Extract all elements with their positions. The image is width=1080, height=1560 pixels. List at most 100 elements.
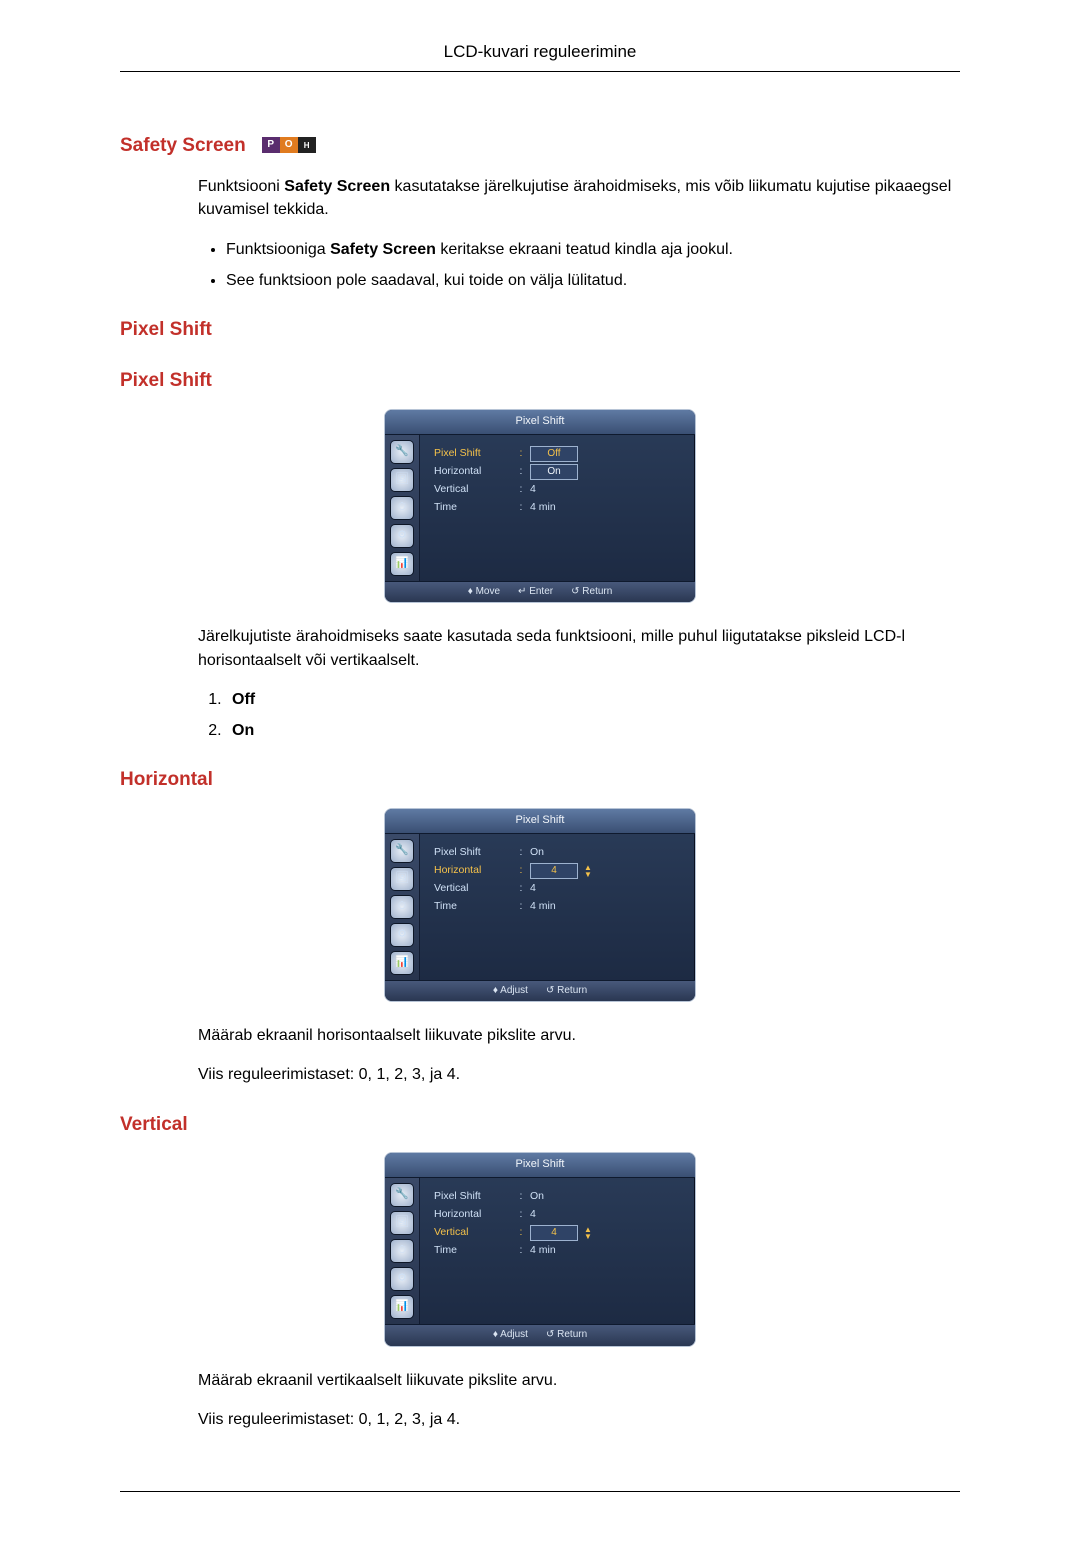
option-label: Off — [232, 691, 255, 708]
osd-title: Pixel Shift — [385, 809, 695, 834]
osd-value: 4 — [530, 881, 683, 896]
horizontal-desc-1: Määrab ekraanil horisontaalselt liikuvat… — [198, 1024, 960, 1047]
osd-label: Vertical — [434, 482, 512, 497]
text: keritakse ekraani teatud kindla aja jook… — [436, 241, 733, 258]
osd-row-horizontal[interactable]: Horizontal : On — [434, 463, 683, 481]
osd-tab-input-icon[interactable]: 🔧 — [391, 1184, 413, 1206]
section-title-text: Horizontal — [120, 766, 213, 794]
osd-label: Vertical — [434, 881, 512, 896]
osd-row-time[interactable]: Time : 4 min — [434, 898, 683, 916]
osd-tab-input-icon[interactable]: 🔧 — [391, 840, 413, 862]
source-pc-icon: P — [262, 137, 280, 153]
section-title-text: Pixel Shift — [120, 367, 212, 395]
osd-side-icons: 🔧 🖼 ⏱ ⚙ 📊 — [385, 834, 420, 980]
source-hdmi-icon: H — [298, 137, 316, 153]
list-item: On — [226, 719, 960, 742]
osd-value-chip: 4 — [530, 1225, 578, 1241]
osd-value: 4 min — [530, 1243, 683, 1258]
osd-value: On — [530, 1189, 683, 1204]
osd-row-pixel-shift[interactable]: Pixel Shift : On — [434, 1188, 683, 1206]
osd-tab-time-icon[interactable]: ⏱ — [391, 1240, 413, 1262]
osd-value: 4 — [530, 482, 683, 497]
osd-side-icons: 🔧 🖼 ⏱ ⚙ 📊 — [385, 1178, 420, 1324]
osd-tab-multi-icon[interactable]: 📊 — [391, 1296, 413, 1318]
section-title-safety-screen: Safety Screen P O H — [120, 132, 960, 160]
osd-label: Horizontal — [434, 863, 512, 878]
vertical-desc-2: Viis reguleerimistaset: 0, 1, 2, 3, ja 4… — [198, 1408, 960, 1431]
section-title-text: Safety Screen — [120, 132, 246, 160]
osd-row-time[interactable]: Time : 4 min — [434, 499, 683, 517]
pixel-shift-desc: Järelkujutiste ärahoidmiseks saate kasut… — [198, 625, 960, 671]
footer-rule — [120, 1491, 960, 1492]
osd-footer-return: ↺ Return — [546, 984, 587, 999]
osd-footer: ♦ Adjust ↺ Return — [385, 1324, 695, 1346]
text-bold: Safety Screen — [330, 241, 436, 258]
doc-header: LCD-kuvari reguleerimine — [120, 40, 960, 72]
osd-value-chip: On — [530, 464, 578, 480]
section-title-pixel-shift-1: Pixel Shift — [120, 316, 960, 344]
osd-label: Horizontal — [434, 1207, 512, 1222]
osd-row-horizontal[interactable]: Horizontal : 4 ▲▼ — [434, 862, 683, 880]
safety-screen-intro: Funktsiooni Safety Screen kasutatakse jä… — [198, 175, 960, 221]
osd-tab-picture-icon[interactable]: 🖼 — [391, 1212, 413, 1234]
osd-row-vertical[interactable]: Vertical : 4 ▲▼ — [434, 1224, 683, 1242]
safety-screen-bullets: Funktsiooniga Safety Screen keritakse ek… — [198, 238, 960, 292]
osd-footer: ♦ Move ↵ Enter ↺ Return — [385, 581, 695, 603]
osd-panel-horizontal: Pixel Shift 🔧 🖼 ⏱ ⚙ 📊 Pixel Shift : On — [384, 808, 696, 1002]
osd-row-pixel-shift[interactable]: Pixel Shift : On — [434, 844, 683, 862]
osd-footer-return: ↺ Return — [546, 1328, 587, 1343]
osd-tab-picture-icon[interactable]: 🖼 — [391, 469, 413, 491]
osd-tab-time-icon[interactable]: ⏱ — [391, 896, 413, 918]
osd-footer-return: ↺ Return — [571, 585, 612, 600]
osd-row-time[interactable]: Time : 4 min — [434, 1242, 683, 1260]
text: Funktsiooni — [198, 178, 284, 195]
osd-panel-vertical: Pixel Shift 🔧 🖼 ⏱ ⚙ 📊 Pixel Shift : On — [384, 1152, 696, 1346]
source-icon-group: P O H — [262, 137, 316, 153]
osd-tab-multi-icon[interactable]: 📊 — [391, 952, 413, 974]
osd-value: 4 min — [530, 899, 683, 914]
osd-title: Pixel Shift — [385, 1153, 695, 1178]
osd-label: Time — [434, 1243, 512, 1258]
option-label: On — [232, 722, 254, 739]
pixel-shift-options: Off On — [198, 688, 960, 742]
osd-tab-setup-icon[interactable]: ⚙ — [391, 924, 413, 946]
osd-side-icons: 🔧 🖼 ⏱ ⚙ 📊 — [385, 435, 420, 581]
osd-label: Pixel Shift — [434, 446, 512, 461]
section-title-text: Pixel Shift — [120, 316, 212, 344]
osd-tab-multi-icon[interactable]: 📊 — [391, 553, 413, 575]
osd-label: Pixel Shift — [434, 845, 512, 860]
osd-value: On — [530, 845, 683, 860]
osd-row-horizontal[interactable]: Horizontal : 4 — [434, 1206, 683, 1224]
osd-tab-picture-icon[interactable]: 🖼 — [391, 868, 413, 890]
source-bnc-icon: O — [280, 137, 298, 153]
osd-spinner-arrows-icon: ▲▼ — [584, 1226, 592, 1240]
osd-footer-adjust: ♦ Adjust — [493, 984, 528, 999]
osd-footer: ♦ Adjust ↺ Return — [385, 980, 695, 1002]
osd-row-vertical[interactable]: Vertical : 4 — [434, 481, 683, 499]
text: Funktsiooniga — [226, 241, 330, 258]
osd-tab-time-icon[interactable]: ⏱ — [391, 497, 413, 519]
osd-value-chip: Off — [530, 446, 578, 462]
osd-label: Vertical — [434, 1225, 512, 1240]
osd-spinner-arrows-icon: ▲▼ — [584, 864, 592, 878]
section-title-text: Vertical — [120, 1111, 188, 1139]
osd-footer-enter: ↵ Enter — [518, 585, 553, 600]
osd-label: Time — [434, 500, 512, 515]
osd-footer-adjust: ♦ Adjust — [493, 1328, 528, 1343]
osd-row-pixel-shift[interactable]: Pixel Shift : Off — [434, 445, 683, 463]
osd-label: Pixel Shift — [434, 1189, 512, 1204]
osd-panel-pixel-shift: Pixel Shift 🔧 🖼 ⏱ ⚙ 📊 Pixel Shift : Off — [384, 409, 696, 603]
osd-tab-setup-icon[interactable]: ⚙ — [391, 525, 413, 547]
osd-label: Horizontal — [434, 464, 512, 479]
section-title-pixel-shift-2: Pixel Shift — [120, 367, 960, 395]
osd-tab-input-icon[interactable]: 🔧 — [391, 441, 413, 463]
osd-row-vertical[interactable]: Vertical : 4 — [434, 880, 683, 898]
osd-value: 4 — [530, 1207, 683, 1222]
section-title-horizontal: Horizontal — [120, 766, 960, 794]
text-bold: Safety Screen — [284, 178, 390, 195]
osd-value-chip: 4 — [530, 863, 578, 879]
horizontal-desc-2: Viis reguleerimistaset: 0, 1, 2, 3, ja 4… — [198, 1063, 960, 1086]
osd-label: Time — [434, 899, 512, 914]
osd-tab-setup-icon[interactable]: ⚙ — [391, 1268, 413, 1290]
vertical-desc-1: Määrab ekraanil vertikaalselt liikuvate … — [198, 1369, 960, 1392]
